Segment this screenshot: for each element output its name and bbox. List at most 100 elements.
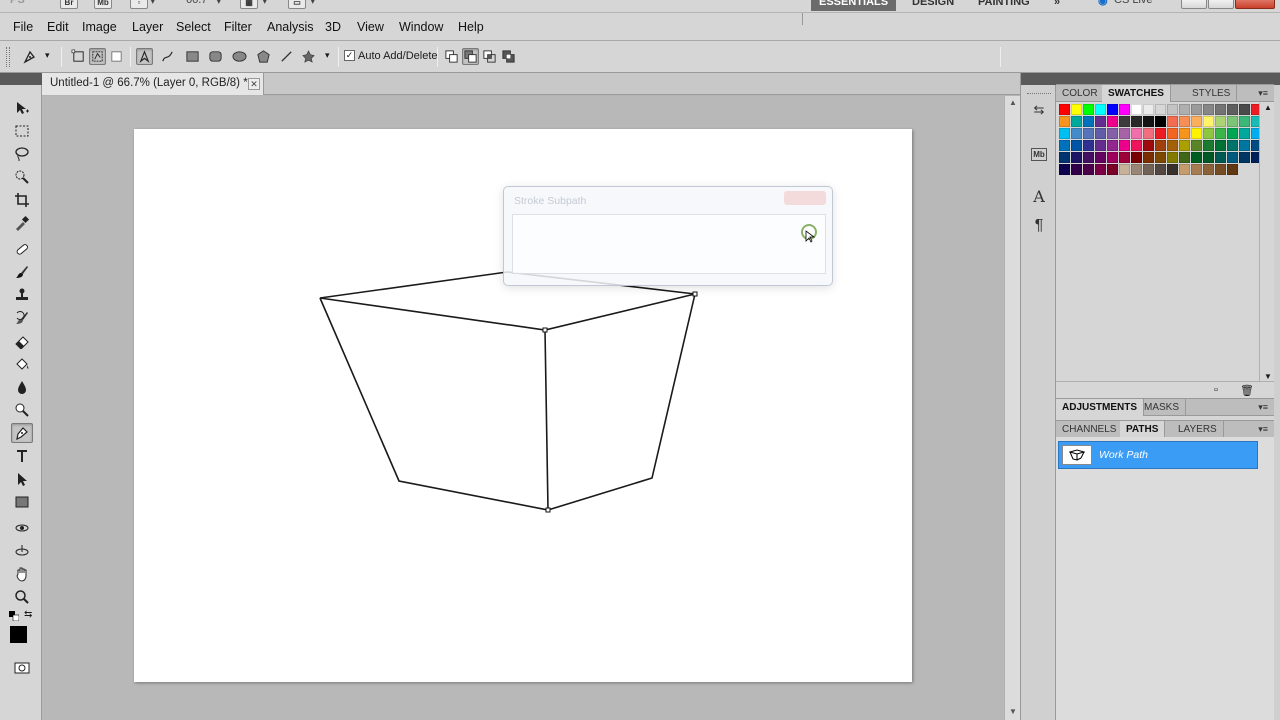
- color-swatch[interactable]: [1083, 128, 1094, 139]
- color-swatch[interactable]: [1215, 152, 1226, 163]
- shape-tool-icon[interactable]: [11, 492, 33, 512]
- color-swatch[interactable]: [1107, 128, 1118, 139]
- panel-menu-icon[interactable]: ▾≡: [1258, 424, 1268, 435]
- color-swatch[interactable]: [1239, 128, 1250, 139]
- color-swatch[interactable]: [1215, 116, 1226, 127]
- color-swatch[interactable]: [1239, 116, 1250, 127]
- eraser-tool-icon[interactable]: [11, 331, 33, 351]
- color-swatch[interactable]: [1071, 140, 1082, 151]
- color-swatch[interactable]: [1107, 140, 1118, 151]
- menu-help[interactable]: Help: [458, 20, 484, 34]
- color-swatch[interactable]: [1215, 104, 1226, 115]
- mini-bridge-icon[interactable]: Mb: [94, 0, 112, 9]
- zoom-level[interactable]: 66.7: [186, 0, 207, 10]
- spot-healing-tool-icon[interactable]: [11, 239, 33, 259]
- scroll-up-icon[interactable]: ▲: [1009, 98, 1017, 107]
- color-swatch[interactable]: [1167, 140, 1178, 151]
- close-document-icon[interactable]: ✕: [248, 78, 260, 90]
- scroll-down-icon[interactable]: ▼: [1264, 372, 1272, 381]
- color-swatch[interactable]: [1191, 104, 1202, 115]
- custom-shape-option-icon[interactable]: [300, 48, 317, 65]
- color-swatch[interactable]: [1059, 104, 1070, 115]
- color-swatch[interactable]: [1179, 140, 1190, 151]
- close-window-button[interactable]: [1235, 0, 1275, 9]
- arrange-documents-icon[interactable]: ▦: [240, 0, 258, 9]
- color-swatch[interactable]: [1131, 116, 1142, 127]
- foreground-color-swatch[interactable]: [10, 626, 27, 643]
- color-swatch[interactable]: [1095, 152, 1106, 163]
- color-swatch[interactable]: [1107, 152, 1118, 163]
- color-swatch[interactable]: [1095, 116, 1106, 127]
- color-swatch[interactable]: [1071, 104, 1082, 115]
- default-colors-icon[interactable]: [9, 610, 20, 622]
- view-extras-dropdown-icon[interactable]: ▾: [150, 0, 156, 10]
- color-swatch[interactable]: [1095, 104, 1106, 115]
- delete-swatch-icon[interactable]: 🗑: [1240, 384, 1254, 397]
- character-panel-icon[interactable]: A: [1028, 185, 1050, 207]
- crop-tool-icon[interactable]: [11, 190, 33, 210]
- history-panel-icon[interactable]: ⇆: [1028, 99, 1050, 121]
- color-swatch[interactable]: [1143, 116, 1154, 127]
- color-swatch[interactable]: [1143, 104, 1154, 115]
- color-swatch[interactable]: [1119, 152, 1130, 163]
- color-swatch[interactable]: [1227, 128, 1238, 139]
- color-swatch[interactable]: [1203, 140, 1214, 151]
- color-swatch[interactable]: [1167, 116, 1178, 127]
- color-swatch[interactable]: [1119, 164, 1130, 175]
- panels-vertical-scrollbar[interactable]: [1274, 85, 1280, 720]
- color-swatch[interactable]: [1215, 140, 1226, 151]
- menu-edit[interactable]: Edit: [47, 20, 69, 34]
- minimize-button[interactable]: [1181, 0, 1207, 9]
- intersect-paths-icon[interactable]: [481, 48, 498, 65]
- color-swatch[interactable]: [1131, 140, 1142, 151]
- maximize-button[interactable]: [1208, 0, 1234, 9]
- dock-header-strip[interactable]: [1021, 73, 1057, 85]
- tab-layers[interactable]: LAYERS: [1172, 421, 1224, 438]
- clone-stamp-tool-icon[interactable]: [11, 285, 33, 305]
- cs-live-menu[interactable]: CS Live: [1114, 0, 1153, 10]
- 3d-orbit-tool-icon[interactable]: [11, 541, 33, 561]
- color-swatch[interactable]: [1059, 152, 1070, 163]
- paths-mode-icon[interactable]: [89, 48, 106, 65]
- color-swatch[interactable]: [1215, 128, 1226, 139]
- tab-swatches[interactable]: SWATCHES: [1102, 85, 1171, 102]
- workspace-painting[interactable]: PAINTING: [970, 0, 1038, 11]
- preset-dropdown-icon[interactable]: ▾: [45, 50, 50, 61]
- color-swatch[interactable]: [1215, 164, 1226, 175]
- tab-adjustments[interactable]: ADJUSTMENTS: [1056, 399, 1145, 416]
- color-swatch[interactable]: [1167, 152, 1178, 163]
- color-swatch[interactable]: [1119, 128, 1130, 139]
- color-swatch[interactable]: [1095, 140, 1106, 151]
- subtract-path-icon[interactable]: [462, 48, 479, 65]
- color-swatch[interactable]: [1203, 104, 1214, 115]
- color-swatch[interactable]: [1119, 116, 1130, 127]
- color-swatch[interactable]: [1083, 164, 1094, 175]
- move-tool-icon[interactable]: [11, 98, 33, 118]
- workspace-design[interactable]: DESIGN: [904, 0, 962, 11]
- scroll-up-icon[interactable]: ▲: [1264, 103, 1272, 112]
- color-swatch[interactable]: [1107, 104, 1118, 115]
- arrange-dropdown-icon[interactable]: ▾: [262, 0, 268, 10]
- color-swatch[interactable]: [1179, 152, 1190, 163]
- quick-mask-icon[interactable]: [11, 658, 33, 678]
- rectangle-option-icon[interactable]: [184, 48, 201, 65]
- bridge-icon[interactable]: Br: [60, 0, 78, 9]
- color-swatch[interactable]: [1131, 152, 1142, 163]
- zoom-dropdown-icon[interactable]: ▾: [216, 0, 222, 10]
- color-swatch[interactable]: [1083, 104, 1094, 115]
- menu-layer[interactable]: Layer: [132, 20, 163, 34]
- color-swatch[interactable]: [1107, 164, 1118, 175]
- workspace-essentials[interactable]: ESSENTIALS: [811, 0, 897, 11]
- tab-styles[interactable]: STYLES: [1186, 85, 1238, 102]
- color-swatch[interactable]: [1203, 128, 1214, 139]
- tab-channels[interactable]: CHANNELS: [1056, 421, 1124, 438]
- 3d-rotate-tool-icon[interactable]: [11, 518, 33, 538]
- color-swatch[interactable]: [1083, 116, 1094, 127]
- color-swatch[interactable]: [1083, 152, 1094, 163]
- menu-window[interactable]: Window: [399, 20, 443, 34]
- color-swatch[interactable]: [1071, 164, 1082, 175]
- color-swatch[interactable]: [1095, 128, 1106, 139]
- screen-mode-icon[interactable]: ▭: [288, 0, 306, 9]
- color-swatch[interactable]: [1239, 140, 1250, 151]
- lasso-tool-icon[interactable]: [11, 144, 33, 164]
